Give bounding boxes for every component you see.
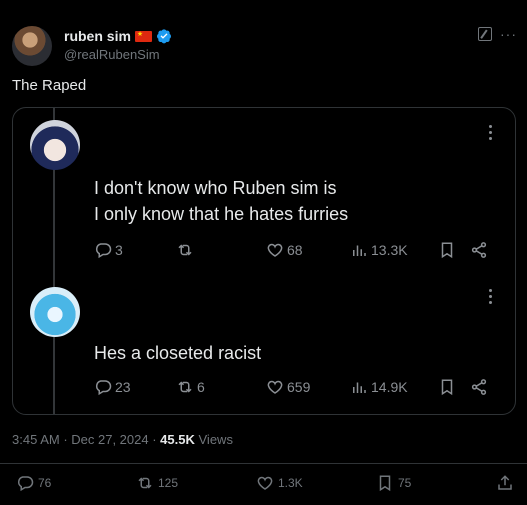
- reply-icon: [17, 476, 34, 492]
- author-avatar[interactable]: [12, 26, 52, 66]
- comment-1-views: 13.3K: [350, 241, 408, 259]
- tweet-page: ruben sim @realRubenSim ··· The Raped I …: [0, 0, 527, 505]
- comment-1-view-count: 13.3K: [371, 242, 408, 258]
- comment-2-share: [470, 378, 488, 396]
- author-handle[interactable]: @realRubenSim: [64, 47, 160, 62]
- comment-1-reply-count: 3: [115, 242, 123, 258]
- like-button[interactable]: 1.3K: [256, 474, 303, 492]
- share-icon: [498, 475, 512, 490]
- comment-1-repost: [176, 241, 197, 259]
- repost-button[interactable]: 125: [136, 474, 178, 492]
- comment-1-like: 68: [266, 241, 303, 259]
- more-options-icon[interactable]: ···: [500, 26, 517, 42]
- comment-avatar: [30, 287, 80, 337]
- embedded-image[interactable]: I don't know who Ruben sim is I only kno…: [12, 107, 516, 415]
- repost-icon: [178, 381, 192, 393]
- bookmark-button[interactable]: 75: [376, 474, 411, 492]
- comment-1-actions: 3 68 13.3K: [94, 241, 494, 261]
- tweet-text: The Raped: [12, 77, 87, 94]
- heart-icon: [267, 243, 283, 257]
- author-name-row[interactable]: ruben sim: [64, 28, 172, 44]
- repost-icon: [178, 244, 192, 256]
- comment-2-repost: 6: [176, 378, 205, 396]
- author-display-name[interactable]: ruben sim: [64, 28, 131, 44]
- share-button[interactable]: [496, 474, 514, 492]
- tweet-actions: 76 125 1.3K 75: [0, 474, 527, 496]
- comment-2-like-count: 659: [287, 379, 311, 395]
- tweet-time[interactable]: 3:45 AM: [12, 432, 60, 447]
- views-icon: [353, 245, 366, 256]
- comment-2-view-count: 14.9K: [371, 379, 408, 395]
- comment-2-text: Hes a closeted racist: [94, 343, 262, 363]
- share-nodes-icon: [471, 242, 487, 258]
- tweet-views-count: 45.5K: [160, 432, 195, 447]
- grok-icon[interactable]: [478, 27, 492, 41]
- bookmark-count: 75: [398, 476, 412, 490]
- comment-avatar: [30, 120, 80, 170]
- comment-1-reply: 3: [94, 241, 123, 259]
- comment-2-views: 14.9K: [350, 378, 408, 396]
- tweet-views-label: Views: [198, 432, 233, 447]
- comment-more-icon: [489, 289, 493, 305]
- tweet-date[interactable]: Dec 27, 2024: [71, 432, 148, 447]
- verified-badge-icon: [156, 29, 171, 44]
- heart-icon: [257, 476, 273, 490]
- comment-1-like-count: 68: [287, 242, 303, 258]
- repost-icon: [138, 477, 152, 489]
- bookmark-icon: [441, 242, 453, 259]
- bookmark-icon: [379, 475, 391, 492]
- comment-1-bookmark: [438, 241, 456, 259]
- comment-1-line-1: I don't know who Ruben sim is: [94, 178, 337, 198]
- bookmark-icon: [441, 379, 453, 396]
- reply-icon: [95, 380, 112, 396]
- comment-2-bookmark: [438, 378, 456, 396]
- heart-icon: [267, 380, 283, 394]
- reply-button[interactable]: 76: [16, 474, 51, 492]
- comment-1-line-2: I only know that he hates furries: [94, 204, 349, 224]
- reply-icon: [95, 243, 112, 259]
- comment-2-repost-count: 6: [197, 379, 205, 395]
- repost-count: 125: [158, 476, 179, 490]
- comment-2-actions: 23 6 659 14.9K: [94, 378, 494, 398]
- comment-more-icon: [489, 125, 493, 141]
- comment-2-reply-count: 23: [115, 379, 131, 395]
- reply-count: 76: [38, 476, 52, 490]
- comment-2-reply: 23: [94, 378, 131, 396]
- comment-2-like: 659: [266, 378, 310, 396]
- views-icon: [353, 382, 366, 393]
- comment-1-text: I don't know who Ruben sim is I only kno…: [94, 175, 348, 227]
- like-count: 1.3K: [278, 476, 303, 490]
- share-nodes-icon: [471, 379, 487, 395]
- divider: [0, 463, 527, 464]
- tweet-timestamp[interactable]: 3:45 AM · Dec 27, 2024 · 45.5K Views: [12, 432, 233, 447]
- china-flag-icon: [134, 30, 152, 42]
- comment-1-share: [470, 241, 488, 259]
